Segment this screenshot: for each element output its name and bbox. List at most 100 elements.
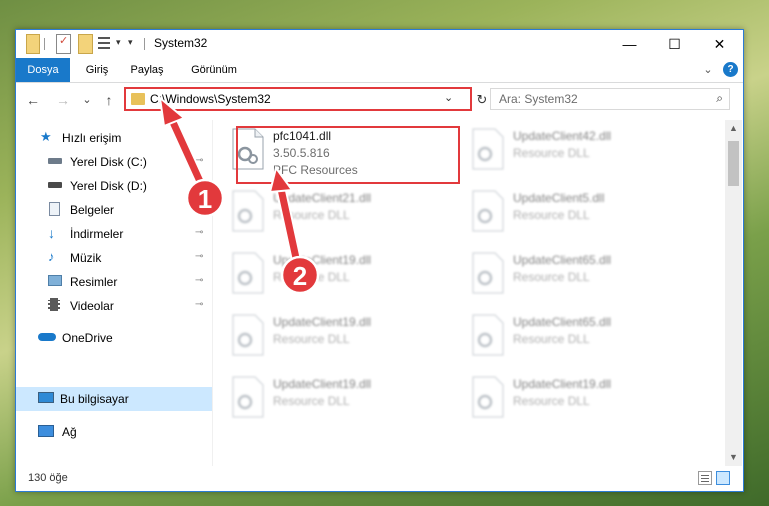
file-description: Resource DLL [273, 208, 350, 222]
qa-dropdown-icon[interactable]: ▾ [116, 37, 121, 55]
navigation-bar: ← → ⌄ ↑ C:\Windows\System32 ⌄ ↻ Ara: Sys… [16, 83, 743, 117]
forward-button[interactable]: → [54, 91, 72, 109]
properties-icon[interactable]: ✓ [56, 34, 71, 54]
sidebar-item-label: Belgeler [70, 203, 115, 217]
pin-icon: ⊸ [195, 227, 204, 238]
file-description: Resource DLL [513, 270, 590, 284]
drive-icon [48, 182, 62, 188]
sidebar-item-documents[interactable]: Belgeler [16, 199, 212, 221]
qa-customize-icon[interactable]: ▾ [128, 37, 133, 55]
back-button[interactable]: ← [24, 91, 42, 109]
star-icon: ★ [40, 129, 52, 144]
file-name: UpdateClient5.dll [513, 191, 605, 205]
downloads-icon: ↓ [48, 225, 55, 241]
file-name: UpdateClient19.dll [513, 377, 612, 391]
maximize-button[interactable]: ☐ [652, 30, 697, 58]
dll-file-icon [471, 376, 505, 418]
file-name: UpdateClient19.dll [273, 253, 372, 267]
large-icons-view-icon[interactable] [716, 471, 730, 485]
file-tile[interactable]: UpdateClient5.dll Resource DLL [463, 186, 687, 240]
pictures-icon [48, 275, 62, 286]
refresh-button[interactable]: ↻ [474, 92, 490, 108]
file-description: Resource DLL [273, 332, 350, 346]
search-box[interactable]: Ara: System32 ⌕ [490, 88, 730, 110]
sidebar-item-label: Yerel Disk (C:) [70, 155, 147, 169]
scroll-up-arrow[interactable]: ▲ [725, 120, 742, 137]
file-name: UpdateClient21.dll [273, 191, 372, 205]
file-tile[interactable]: UpdateClient19.dll Resource DLL [223, 310, 447, 364]
sidebar-item-local-disk-d[interactable]: Yerel Disk (D:) [16, 175, 212, 197]
file-tile[interactable]: UpdateClient65.dll Resource DLL [463, 310, 687, 364]
address-path[interactable]: C:\Windows\System32 [150, 92, 271, 106]
sidebar-item-music[interactable]: ♪ Müzik ⊸ [16, 247, 212, 269]
vertical-scrollbar[interactable]: ▲ ▼ [725, 120, 742, 466]
details-view-icon[interactable] [698, 471, 712, 485]
address-bar[interactable]: C:\Windows\System32 ⌄ [124, 87, 472, 111]
tab-file[interactable]: Dosya [16, 58, 70, 82]
dll-file-icon [231, 314, 265, 356]
title-bar: ✓ ▾ ▾ System32 — ☐ ✕ [16, 30, 743, 58]
item-count: 130 öğe [28, 472, 68, 484]
file-description: Resource DLL [513, 146, 590, 160]
new-folder-icon[interactable] [78, 34, 93, 54]
ribbon-expand-icon[interactable]: ⌄ [700, 58, 716, 82]
file-name: UpdateClient19.dll [273, 377, 372, 391]
tab-view[interactable]: Görünüm [184, 58, 244, 82]
tab-share[interactable]: Paylaş [124, 58, 170, 82]
sidebar-item-label: Müzik [70, 251, 102, 265]
sidebar-item-onedrive[interactable]: OneDrive [16, 327, 212, 349]
ribbon-tabs: Dosya Giriş Paylaş Görünüm ⌄ ? [16, 58, 743, 83]
pin-icon: ⊸ [195, 275, 204, 286]
sidebar-item-pictures[interactable]: Resimler ⊸ [16, 271, 212, 293]
file-tile[interactable]: UpdateClient19.dll Resource DLL [223, 372, 447, 426]
sidebar-item-label: Yerel Disk (D:) [70, 179, 147, 193]
window-title: System32 [154, 36, 208, 50]
sidebar-item-network[interactable]: Ağ [16, 421, 212, 443]
dll-file-icon [231, 190, 265, 232]
title-divider [144, 38, 145, 50]
minimize-button[interactable]: — [607, 30, 652, 58]
file-tile[interactable]: UpdateClient19.dll Resource DLL [463, 372, 687, 426]
navigation-pane: ★ Hızlı erişim Yerel Disk (C:) ⊸ Yerel D… [16, 120, 213, 466]
sidebar-item-downloads[interactable]: ↓ İndirmeler ⊸ [16, 223, 212, 245]
drive-icon [48, 158, 62, 164]
file-name: UpdateClient19.dll [273, 315, 372, 329]
dll-file-icon [231, 252, 265, 294]
folder-icon [26, 34, 40, 54]
file-tile[interactable]: UpdateClient42.dll Resource DLL [463, 124, 687, 178]
file-tile[interactable]: UpdateClient21.dll Resource DLL [223, 186, 447, 240]
tab-home[interactable]: Giriş [78, 58, 116, 82]
file-description: Resource DLL [513, 394, 590, 408]
up-button[interactable]: ↑ [100, 91, 118, 109]
scroll-thumb[interactable] [728, 141, 739, 186]
sidebar-item-videos[interactable]: Videolar ⊸ [16, 295, 212, 317]
search-icon[interactable]: ⌕ [716, 91, 723, 106]
sidebar-item-this-pc[interactable]: Bu bilgisayar [16, 387, 212, 411]
file-description: Resource DLL [273, 270, 350, 284]
sidebar-item-label: OneDrive [62, 331, 113, 345]
file-tile[interactable]: UpdateClient19.dll Resource DLL [223, 248, 447, 302]
close-button[interactable]: ✕ [697, 30, 742, 58]
dll-file-icon [471, 252, 505, 294]
status-bar: 130 öğe [16, 466, 743, 491]
sidebar-item-quick-access[interactable]: ★ Hızlı erişim [16, 127, 212, 149]
network-icon [38, 425, 54, 437]
sidebar-item-local-disk-c[interactable]: Yerel Disk (C:) ⊸ [16, 151, 212, 173]
dll-file-icon [231, 376, 265, 418]
pin-icon: ⊸ [195, 155, 204, 166]
file-name: UpdateClient42.dll [513, 129, 612, 143]
highlight-box [236, 126, 460, 184]
address-dropdown-icon[interactable]: ⌄ [444, 91, 453, 104]
file-tile[interactable]: UpdateClient65.dll Resource DLL [463, 248, 687, 302]
help-icon[interactable]: ? [723, 62, 738, 77]
recent-locations-button[interactable]: ⌄ [78, 91, 96, 109]
documents-icon [49, 202, 60, 216]
pin-icon: ⊸ [195, 299, 204, 310]
scroll-down-arrow[interactable]: ▼ [725, 449, 742, 466]
sidebar-item-label: Ağ [62, 425, 77, 439]
file-name: UpdateClient65.dll [513, 315, 612, 329]
file-description: Resource DLL [513, 208, 590, 222]
customize-view-icon[interactable] [98, 34, 114, 52]
sidebar-item-label: Bu bilgisayar [60, 392, 129, 406]
dll-file-icon [471, 190, 505, 232]
